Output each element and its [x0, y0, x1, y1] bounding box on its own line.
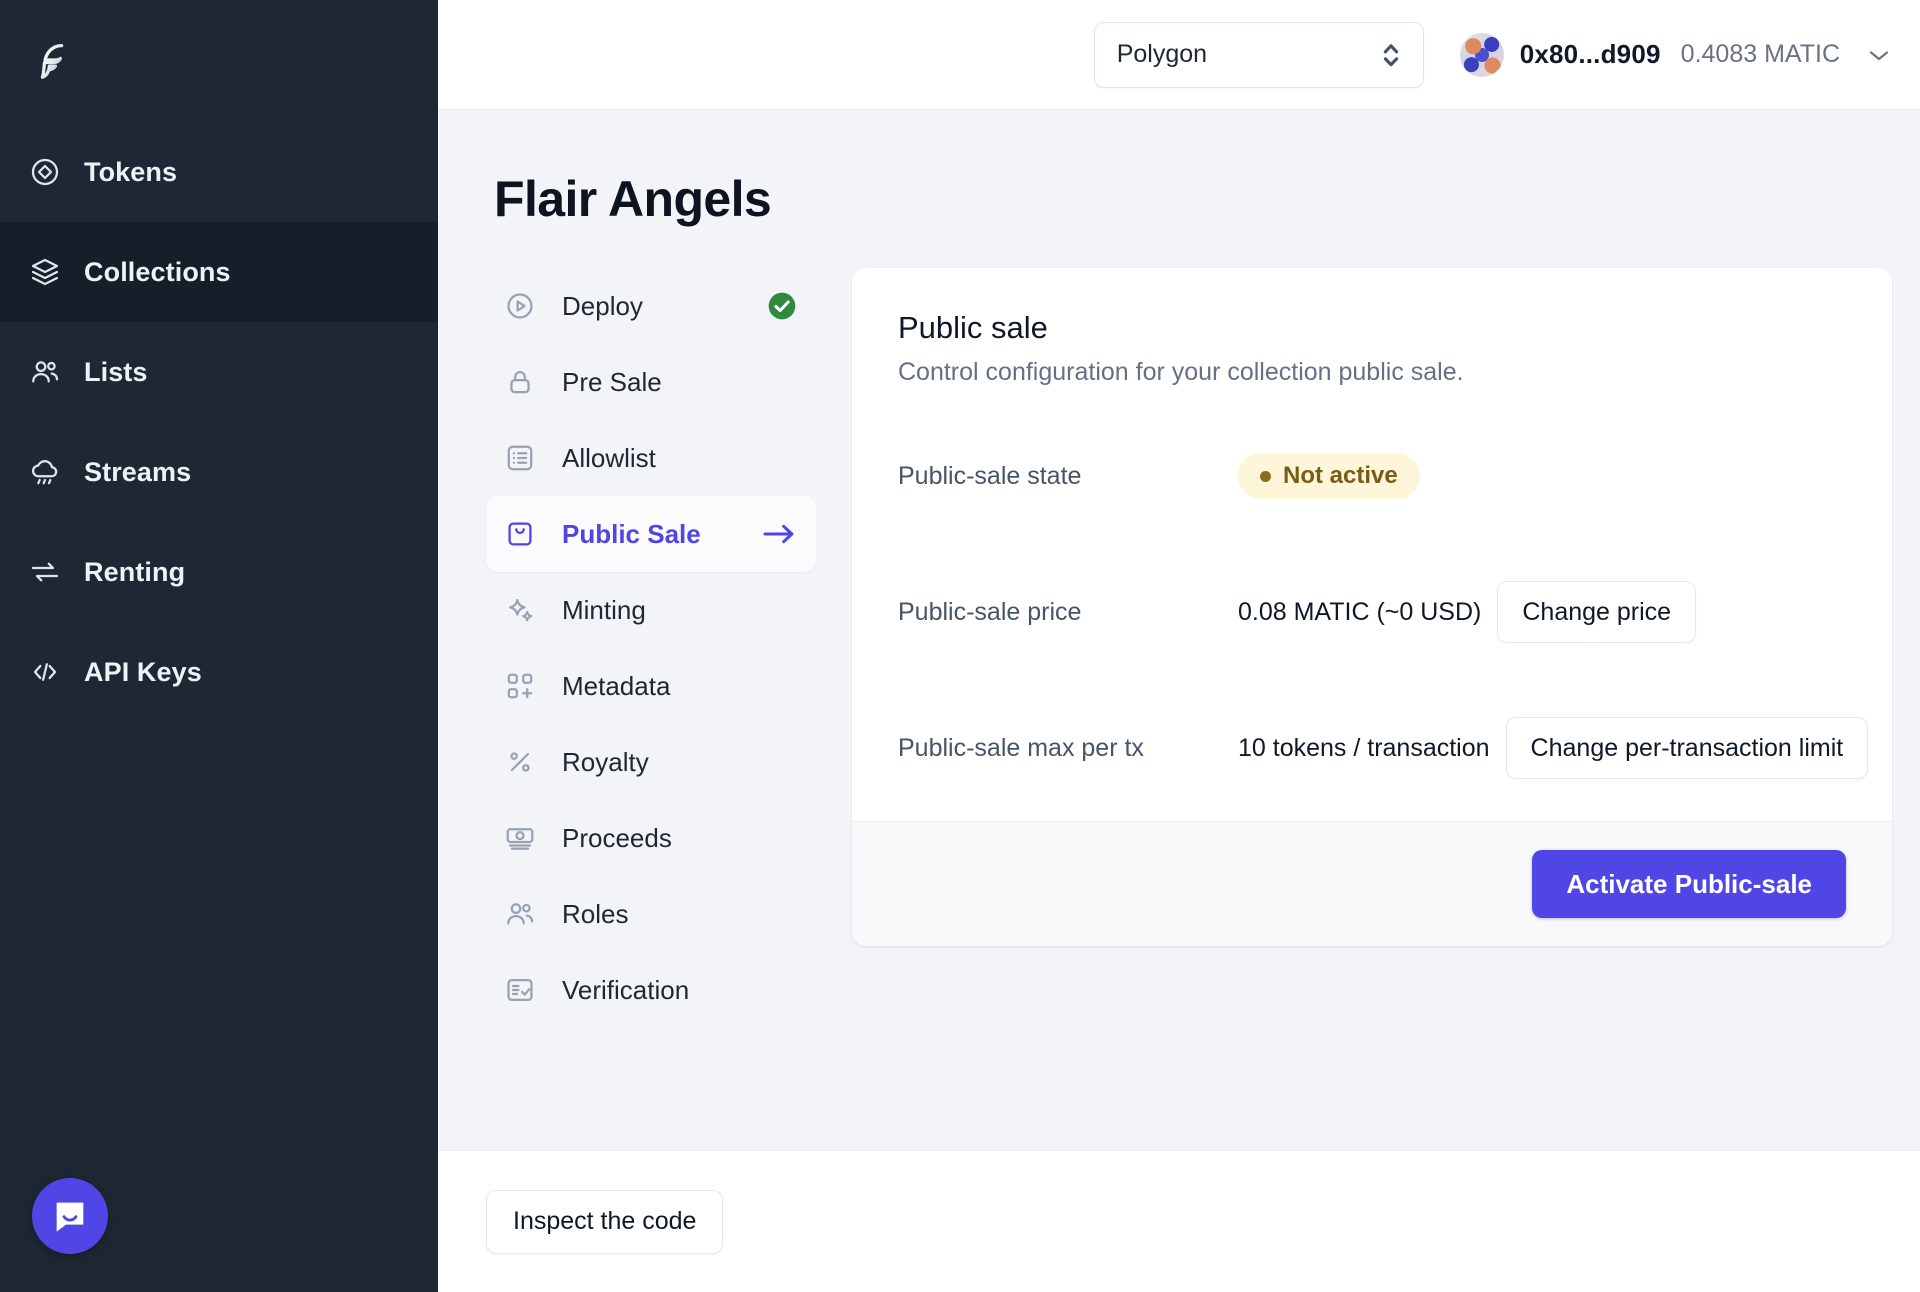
percent-icon: [500, 746, 540, 778]
change-per-transaction-limit-button[interactable]: Change per-transaction limit: [1505, 717, 1869, 779]
sidebar-item-tokens[interactable]: Tokens: [0, 122, 438, 222]
network-select[interactable]: Polygon: [1093, 21, 1424, 88]
change-price-button[interactable]: Change price: [1497, 581, 1697, 643]
status-badge: Not active: [1238, 453, 1420, 499]
step-verification[interactable]: Verification: [486, 952, 816, 1028]
sidebar-item-lists[interactable]: Lists: [0, 322, 438, 422]
public-sale-card: Public sale Control configuration for yo…: [852, 268, 1892, 946]
collection-layout: Deploy Pre Sale Allowlist Public Sale Mi…: [486, 268, 1892, 1028]
row-value: 0.08 MATIC (~0 USD) Change price: [1238, 581, 1697, 643]
sidebar-item-label: Collections: [84, 256, 231, 287]
intercom-chat-icon: [56, 1202, 84, 1232]
row-value: Not active: [1238, 453, 1420, 499]
main-area: Polygon 0x80...d909 0.4083 MATIC Flair A…: [438, 0, 1920, 1292]
step-metadata[interactable]: Metadata: [486, 648, 816, 724]
step-deploy[interactable]: Deploy: [486, 268, 816, 344]
intercom-launcher-button[interactable]: [32, 1178, 108, 1254]
status-badge-label: Not active: [1283, 462, 1398, 489]
step-allowlist[interactable]: Allowlist: [486, 420, 816, 496]
row-label: Public-sale state: [898, 461, 1082, 490]
step-label: Proceeds: [562, 822, 672, 853]
activate-public-sale-button[interactable]: Activate Public-sale: [1532, 850, 1846, 918]
step-label: Metadata: [562, 670, 671, 701]
sidebar-item-label: Lists: [84, 356, 148, 387]
topbar: Polygon 0x80...d909 0.4083 MATIC: [438, 0, 1920, 110]
status-dot-icon: [1260, 470, 1271, 482]
step-label: Verification: [562, 974, 690, 1005]
check-circle-icon: [768, 292, 796, 320]
row-value: 10 tokens / transaction Change per-trans…: [1238, 717, 1869, 779]
sidebar-item-collections[interactable]: Collections: [0, 222, 438, 322]
users-icon: [500, 898, 540, 930]
step-label: Roles: [562, 898, 629, 929]
card-body: Public sale Control configuration for yo…: [852, 268, 1892, 821]
sparkles-icon: [500, 594, 540, 626]
deploy-icon: [500, 290, 540, 322]
brand-logo[interactable]: [0, 0, 438, 120]
verification-icon: [500, 974, 540, 1006]
row-label: Public-sale price: [898, 597, 1082, 626]
public-sale-icon: [500, 518, 540, 550]
wallet-menu[interactable]: 0x80...d909 0.4083 MATIC: [1459, 32, 1892, 77]
sidebar-nav: Tokens Collections Lists Streams Renting…: [0, 122, 438, 722]
sidebar-item-label: Renting: [84, 556, 186, 587]
wallet-address: 0x80...d909: [1519, 39, 1661, 69]
wallet-balance: 0.4083 MATIC: [1680, 40, 1840, 68]
row-public-sale-price: Public-sale price 0.08 MATIC (~0 USD) Ch…: [898, 575, 1846, 649]
banknote-icon: [500, 822, 540, 854]
tokens-icon: [28, 155, 62, 189]
lists-icon: [28, 355, 62, 389]
bottom-bar: Inspect the code: [438, 1150, 1920, 1292]
flair-logo-icon: [40, 43, 64, 79]
step-label: Minting: [562, 594, 646, 625]
step-proceeds[interactable]: Proceeds: [486, 800, 816, 876]
lock-icon: [500, 366, 540, 398]
renting-icon: [28, 555, 62, 589]
price-value: 0.08 MATIC (~0 USD): [1238, 597, 1482, 626]
inspect-the-code-button[interactable]: Inspect the code: [486, 1189, 724, 1254]
step-roles[interactable]: Roles: [486, 876, 816, 952]
sidebar: Tokens Collections Lists Streams Renting…: [0, 0, 438, 1292]
collection-steps-nav: Deploy Pre Sale Allowlist Public Sale Mi…: [486, 268, 816, 1028]
row-public-sale-state: Public-sale state Not active: [898, 439, 1846, 513]
step-minting[interactable]: Minting: [486, 572, 816, 648]
streams-icon: [28, 455, 62, 489]
step-label: Pre Sale: [562, 366, 662, 397]
list-icon: [500, 442, 540, 474]
metadata-icon: [500, 670, 540, 702]
arrow-right-icon: [763, 524, 794, 544]
step-pre-sale[interactable]: Pre Sale: [486, 344, 816, 420]
row-public-sale-max-per-tx: Public-sale max per tx 10 tokens / trans…: [898, 711, 1869, 785]
page-title: Flair Angels: [494, 171, 772, 227]
row-label: Public-sale max per tx: [898, 733, 1144, 762]
max-per-tx-value: 10 tokens / transaction: [1238, 733, 1490, 762]
sidebar-item-renting[interactable]: Renting: [0, 522, 438, 622]
card-subtitle: Control configuration for your collectio…: [898, 358, 1464, 386]
wallet-avatar: [1459, 32, 1504, 77]
step-label: Deploy: [562, 290, 643, 321]
step-label: Royalty: [562, 746, 649, 777]
app-root: Tokens Collections Lists Streams Renting…: [0, 0, 1920, 1292]
sidebar-item-api-keys[interactable]: API Keys: [0, 622, 438, 722]
card-title: Public sale: [898, 310, 1048, 345]
step-label: Allowlist: [562, 442, 656, 473]
sidebar-item-streams[interactable]: Streams: [0, 422, 438, 522]
card-footer: Activate Public-sale: [852, 821, 1892, 946]
page-content: Flair Angels Deploy Pre Sale Allowlist P…: [438, 110, 1920, 1150]
chevron-up-down-icon: [1383, 43, 1398, 66]
collections-icon: [28, 255, 62, 289]
network-select-value: Polygon: [1116, 40, 1208, 68]
step-public-sale[interactable]: Public Sale: [486, 496, 816, 572]
step-royalty[interactable]: Royalty: [486, 724, 816, 800]
sidebar-item-label: Tokens: [84, 156, 178, 187]
chevron-down-icon: [1869, 50, 1889, 60]
api-keys-icon: [28, 655, 62, 689]
sidebar-item-label: Streams: [84, 456, 192, 487]
sidebar-item-label: API Keys: [84, 656, 202, 687]
step-label: Public Sale: [562, 518, 701, 549]
